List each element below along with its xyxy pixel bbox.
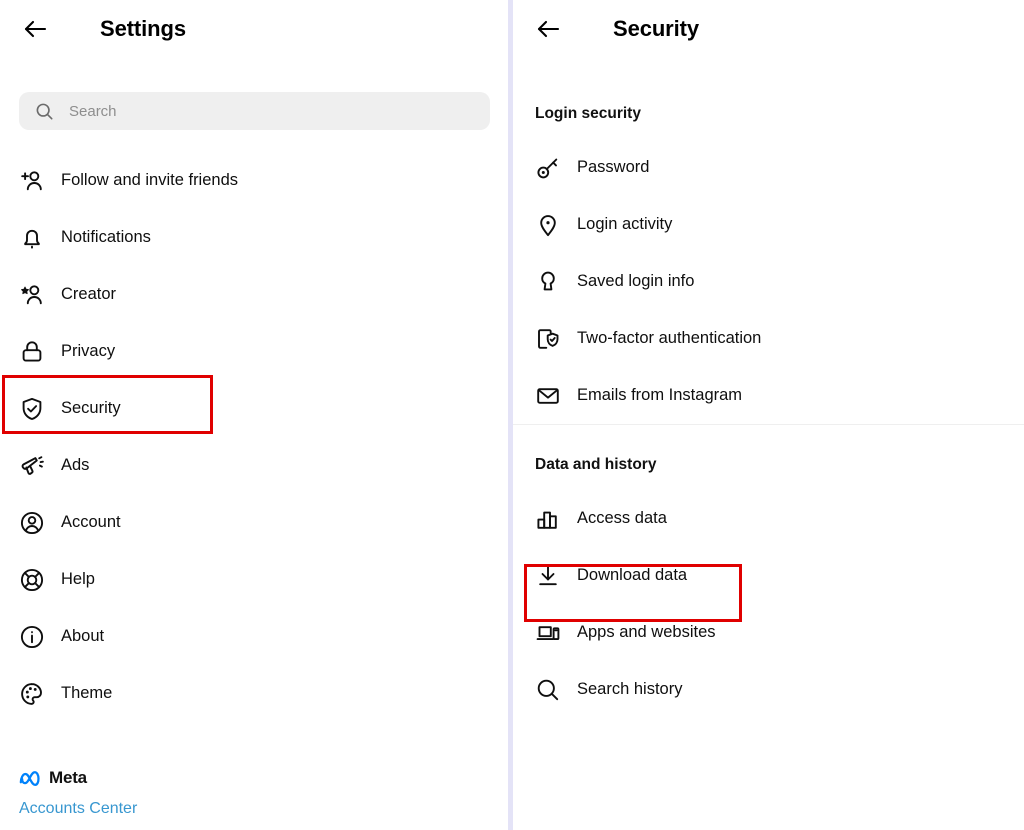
page-title: Security	[613, 16, 700, 41]
sidebar-item-label: Follow and invite friends	[61, 171, 239, 189]
key-icon	[535, 153, 565, 183]
data-history-menu: Access data Download data Apps and websi…	[513, 490, 1024, 718]
settings-panel: Settings Search Follow and invite friend…	[0, 0, 508, 830]
megaphone-icon	[19, 451, 49, 481]
menu-item-password[interactable]: Password	[513, 139, 1024, 196]
sidebar-item-label: Notifications	[61, 228, 151, 246]
sidebar-item-label: About	[61, 627, 105, 645]
sidebar-item-label: Help	[61, 570, 95, 588]
person-circle-icon	[19, 508, 49, 538]
sidebar-item-about[interactable]: About	[0, 608, 508, 665]
sidebar-item-label: Creator	[61, 285, 117, 303]
sidebar-item-notifications[interactable]: Notifications	[0, 209, 508, 266]
sidebar-item-theme[interactable]: Theme	[0, 665, 508, 722]
search-icon	[35, 102, 55, 121]
section-data-and-history: Data and history Access data Download da…	[513, 456, 1024, 718]
person-star-icon	[19, 280, 49, 310]
settings-menu: Follow and invite friends Notifications	[0, 152, 508, 722]
sidebar-item-privacy[interactable]: Privacy	[0, 323, 508, 380]
menu-item-label: Download data	[577, 566, 688, 584]
sidebar-item-label: Security	[61, 399, 121, 417]
sidebar-item-label: Theme	[61, 684, 113, 702]
devices-icon	[535, 618, 565, 648]
settings-footer: Meta Accounts Center	[19, 768, 137, 818]
bell-icon	[19, 223, 49, 253]
search-container	[0, 58, 508, 130]
envelope-icon	[535, 381, 565, 411]
sidebar-item-account[interactable]: Account	[0, 494, 508, 551]
menu-item-apps-and-websites[interactable]: Apps and websites	[513, 604, 1024, 661]
menu-item-two-factor-authentication[interactable]: Two-factor authentication	[513, 310, 1024, 367]
menu-item-label: Password	[577, 158, 650, 176]
bar-chart-icon	[535, 504, 565, 534]
location-pin-icon	[535, 210, 565, 240]
settings-header: Settings	[0, 0, 508, 58]
menu-item-login-activity[interactable]: Login activity	[513, 196, 1024, 253]
search-icon	[535, 675, 565, 705]
section-login-security: Login security Password Login activity S…	[513, 105, 1024, 424]
arrow-left-icon[interactable]	[531, 11, 567, 47]
meta-label: Meta	[49, 768, 87, 787]
info-circle-icon	[19, 622, 49, 652]
lock-icon	[19, 337, 49, 367]
arrow-left-icon[interactable]	[18, 11, 54, 47]
sidebar-item-follow-and-invite-friends[interactable]: Follow and invite friends	[0, 152, 508, 209]
sidebar-item-help[interactable]: Help	[0, 551, 508, 608]
login-security-menu: Password Login activity Saved login info…	[513, 139, 1024, 424]
download-icon	[535, 561, 565, 591]
person-add-icon	[19, 166, 49, 196]
menu-item-label: Login activity	[577, 215, 673, 233]
menu-item-label: Two-factor authentication	[577, 329, 762, 347]
accounts-center-link[interactable]: Accounts Center	[19, 800, 137, 818]
menu-item-search-history[interactable]: Search history	[513, 661, 1024, 718]
meta-infinity-icon	[19, 770, 45, 787]
menu-item-saved-login-info[interactable]: Saved login info	[513, 253, 1024, 310]
security-panel: Security Login security Password Login a…	[513, 0, 1024, 830]
menu-item-label: Search history	[577, 680, 683, 698]
sidebar-item-creator[interactable]: Creator	[0, 266, 508, 323]
shield-check-icon	[19, 394, 49, 424]
menu-item-label: Apps and websites	[577, 623, 716, 641]
menu-item-label: Emails from Instagram	[577, 386, 743, 404]
sidebar-item-security[interactable]: Security	[0, 380, 508, 437]
lifebuoy-icon	[19, 565, 49, 595]
section-heading: Login security	[535, 105, 641, 122]
security-header: Security	[513, 0, 1024, 58]
menu-item-emails-from-instagram[interactable]: Emails from Instagram	[513, 367, 1024, 424]
menu-item-label: Access data	[577, 509, 667, 527]
menu-item-download-data[interactable]: Download data	[513, 547, 1024, 604]
palette-icon	[19, 679, 49, 709]
page-title: Settings	[100, 16, 186, 41]
sidebar-item-ads[interactable]: Ads	[0, 437, 508, 494]
sidebar-item-label: Account	[61, 513, 121, 531]
keyhole-icon	[535, 267, 565, 297]
menu-item-label: Saved login info	[577, 272, 695, 290]
meta-branding: Meta	[19, 768, 137, 788]
device-shield-icon	[535, 324, 565, 354]
search-box[interactable]	[19, 92, 490, 130]
settings-screen: Settings Search Follow and invite friend…	[0, 0, 1024, 830]
sidebar-item-label: Privacy	[61, 342, 116, 360]
section-divider	[513, 424, 1024, 425]
search-input[interactable]	[69, 92, 449, 130]
sidebar-item-label: Ads	[61, 456, 90, 474]
section-heading: Data and history	[535, 456, 657, 473]
menu-item-access-data[interactable]: Access data	[513, 490, 1024, 547]
